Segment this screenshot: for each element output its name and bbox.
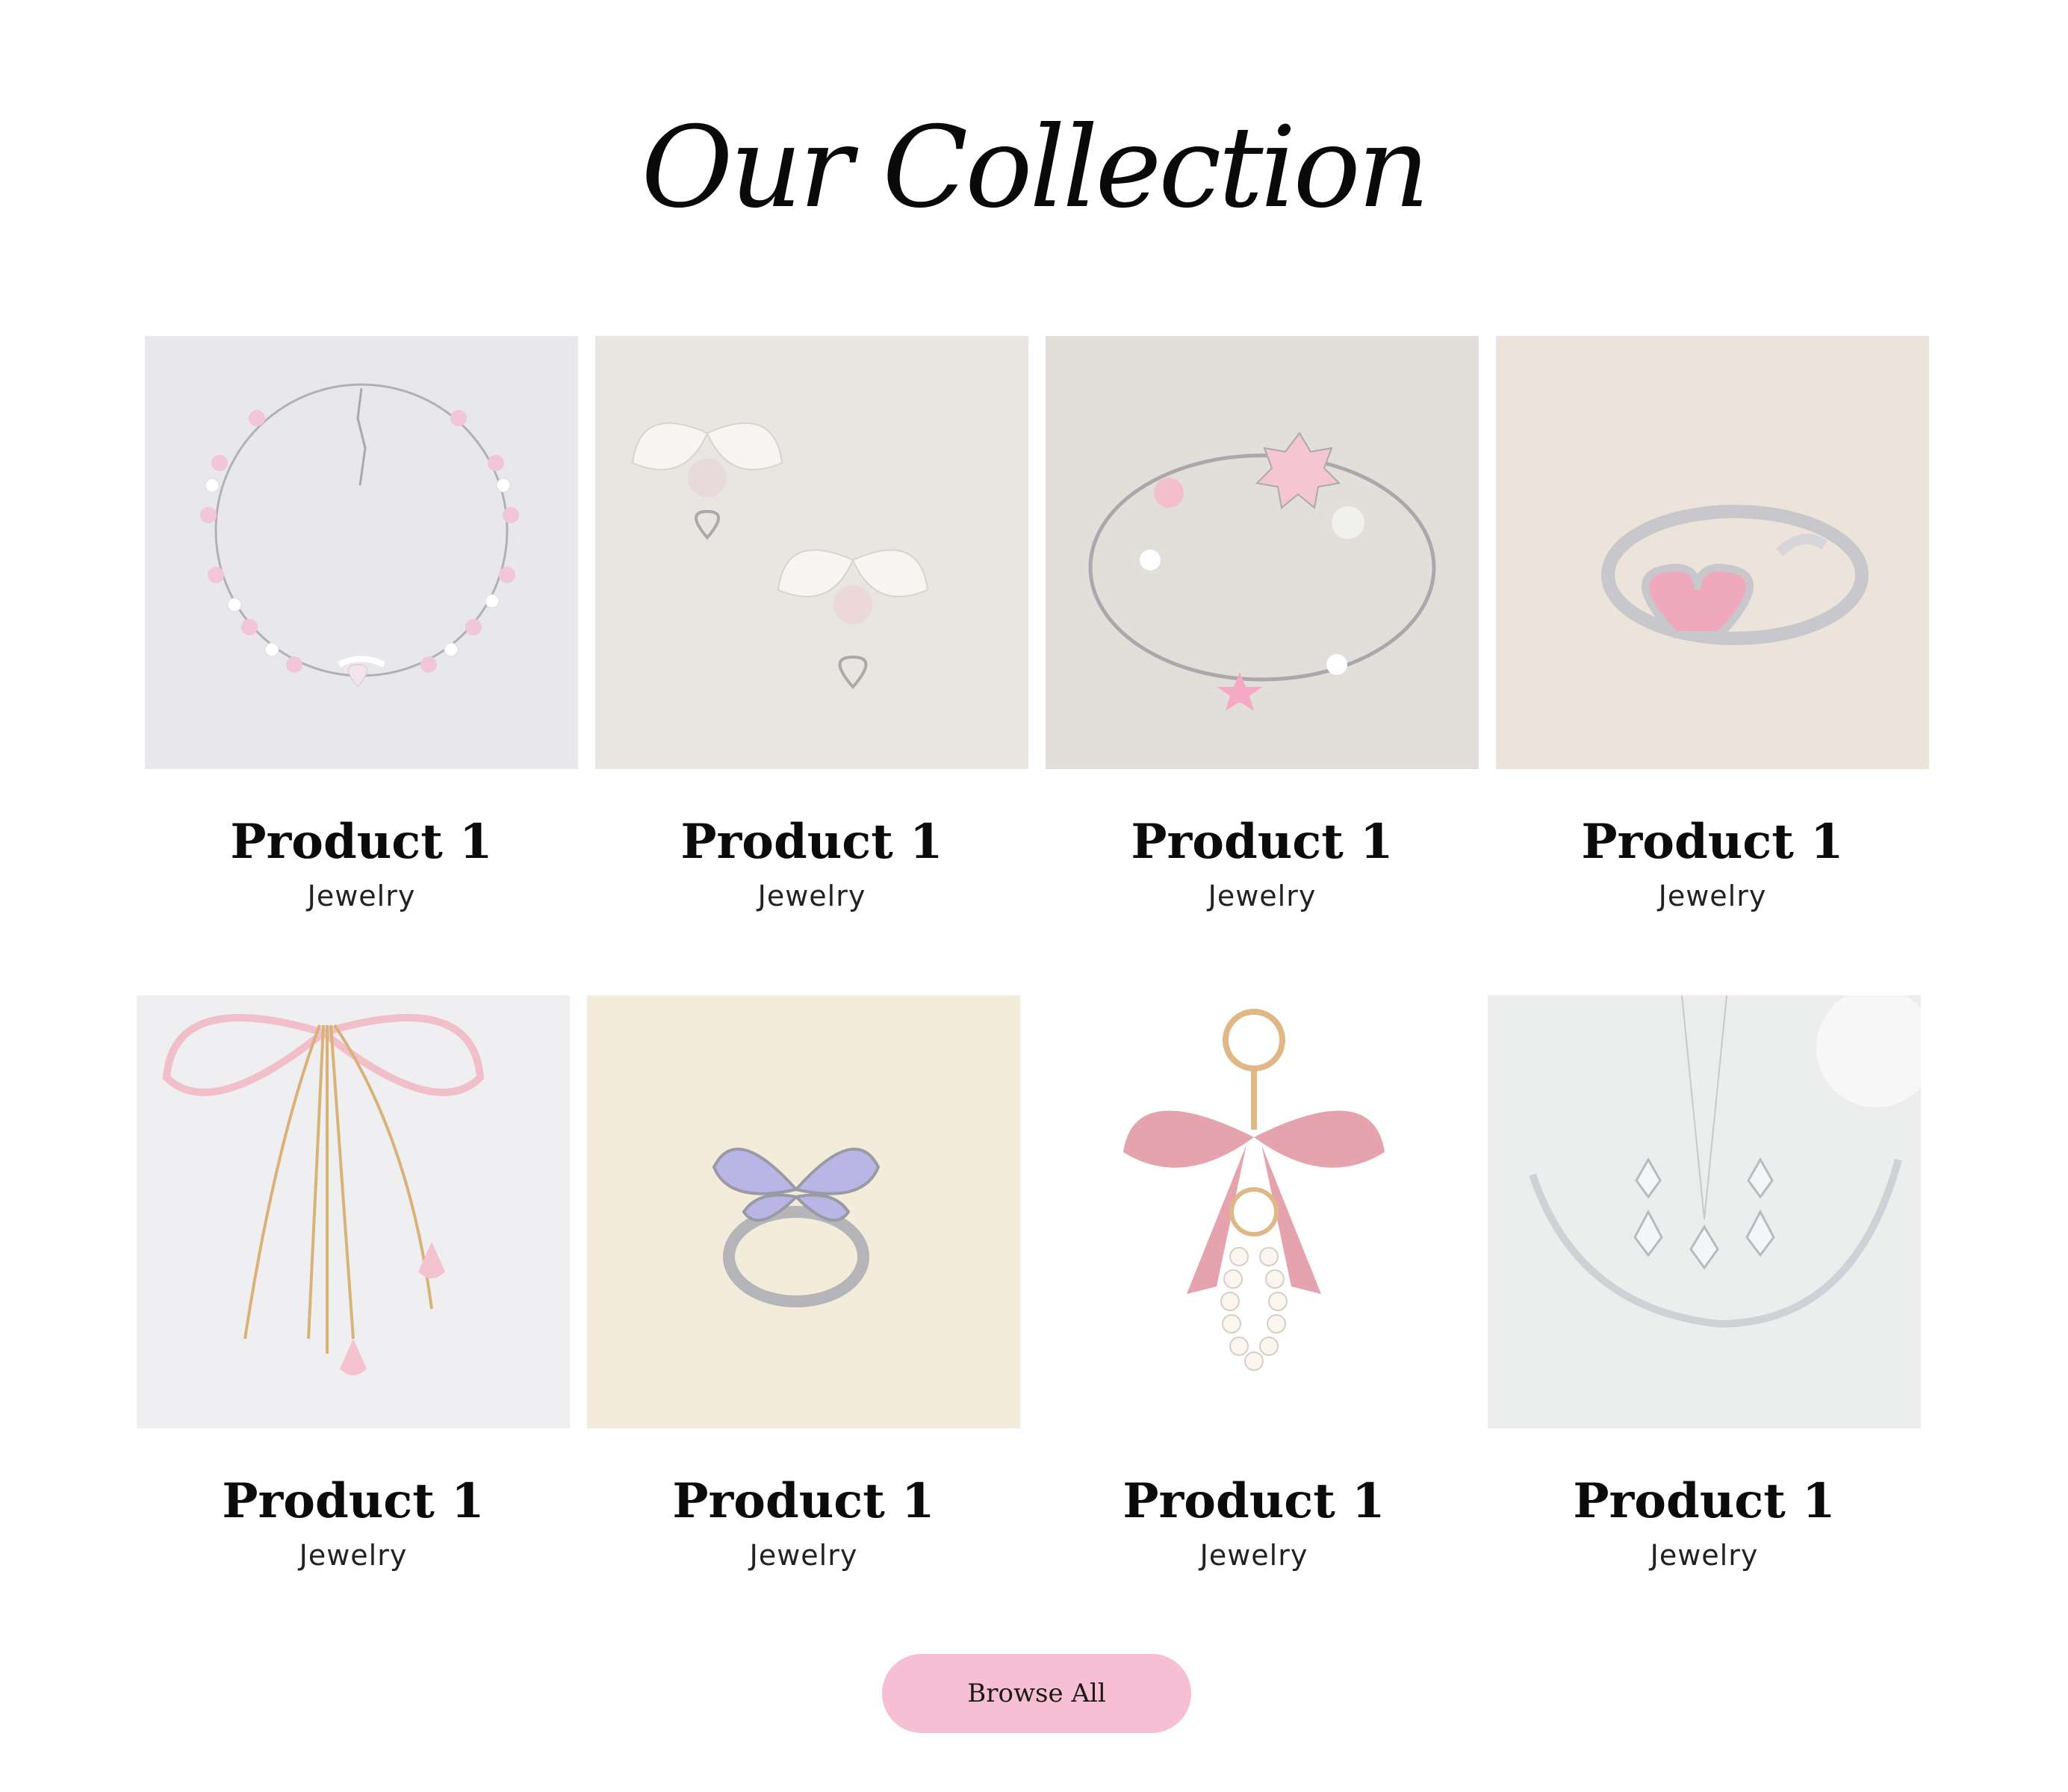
product-card[interactable]: Product 1 Jewelry <box>587 995 1020 1572</box>
product-category: Jewelry <box>299 1539 408 1572</box>
product-card[interactable]: Product 1 Jewelry <box>137 995 570 1572</box>
product-image-necklace[interactable] <box>145 336 578 769</box>
product-image-earrings[interactable] <box>595 336 1028 769</box>
product-name[interactable]: Product 1 <box>1037 1472 1471 1531</box>
browse-all-button[interactable]: Browse All <box>882 1654 1191 1733</box>
product-name[interactable]: Product 1 <box>1496 812 1929 872</box>
product-category: Jewelry <box>757 880 866 912</box>
product-card[interactable]: Product 1 Jewelry <box>595 336 1028 912</box>
product-category: Jewelry <box>1658 880 1767 912</box>
product-card[interactable]: Product 1 Jewelry <box>1496 336 1929 912</box>
product-category: Jewelry <box>749 1539 858 1572</box>
product-name[interactable]: Product 1 <box>145 812 578 872</box>
product-name[interactable]: Product 1 <box>1046 812 1479 872</box>
product-name[interactable]: Product 1 <box>137 1472 570 1531</box>
product-image-crystal-set[interactable] <box>1488 995 1921 1428</box>
product-card[interactable]: Product 1 Jewelry <box>1037 995 1471 1572</box>
product-card[interactable]: Product 1 Jewelry <box>1046 336 1479 912</box>
product-name[interactable]: Product 1 <box>595 812 1028 872</box>
product-name[interactable]: Product 1 <box>1488 1472 1921 1531</box>
section-title-wrap: Our Collection <box>0 75 2068 261</box>
product-image-keychain[interactable] <box>1037 995 1471 1428</box>
product-image-bracelet[interactable] <box>1046 336 1479 769</box>
product-category: Jewelry <box>1199 1539 1308 1572</box>
product-name[interactable]: Product 1 <box>587 1472 1020 1531</box>
product-card[interactable]: Product 1 Jewelry <box>1488 995 1921 1572</box>
section-title: Our Collection <box>641 103 1430 233</box>
product-category: Jewelry <box>307 880 416 912</box>
product-image-hairpin[interactable] <box>137 995 570 1428</box>
product-category: Jewelry <box>1650 1539 1759 1572</box>
product-category: Jewelry <box>1208 880 1317 912</box>
product-image-butterfly-ring[interactable] <box>587 995 1020 1428</box>
product-image-ring[interactable] <box>1496 336 1929 769</box>
product-card[interactable]: Product 1 Jewelry <box>145 336 578 912</box>
